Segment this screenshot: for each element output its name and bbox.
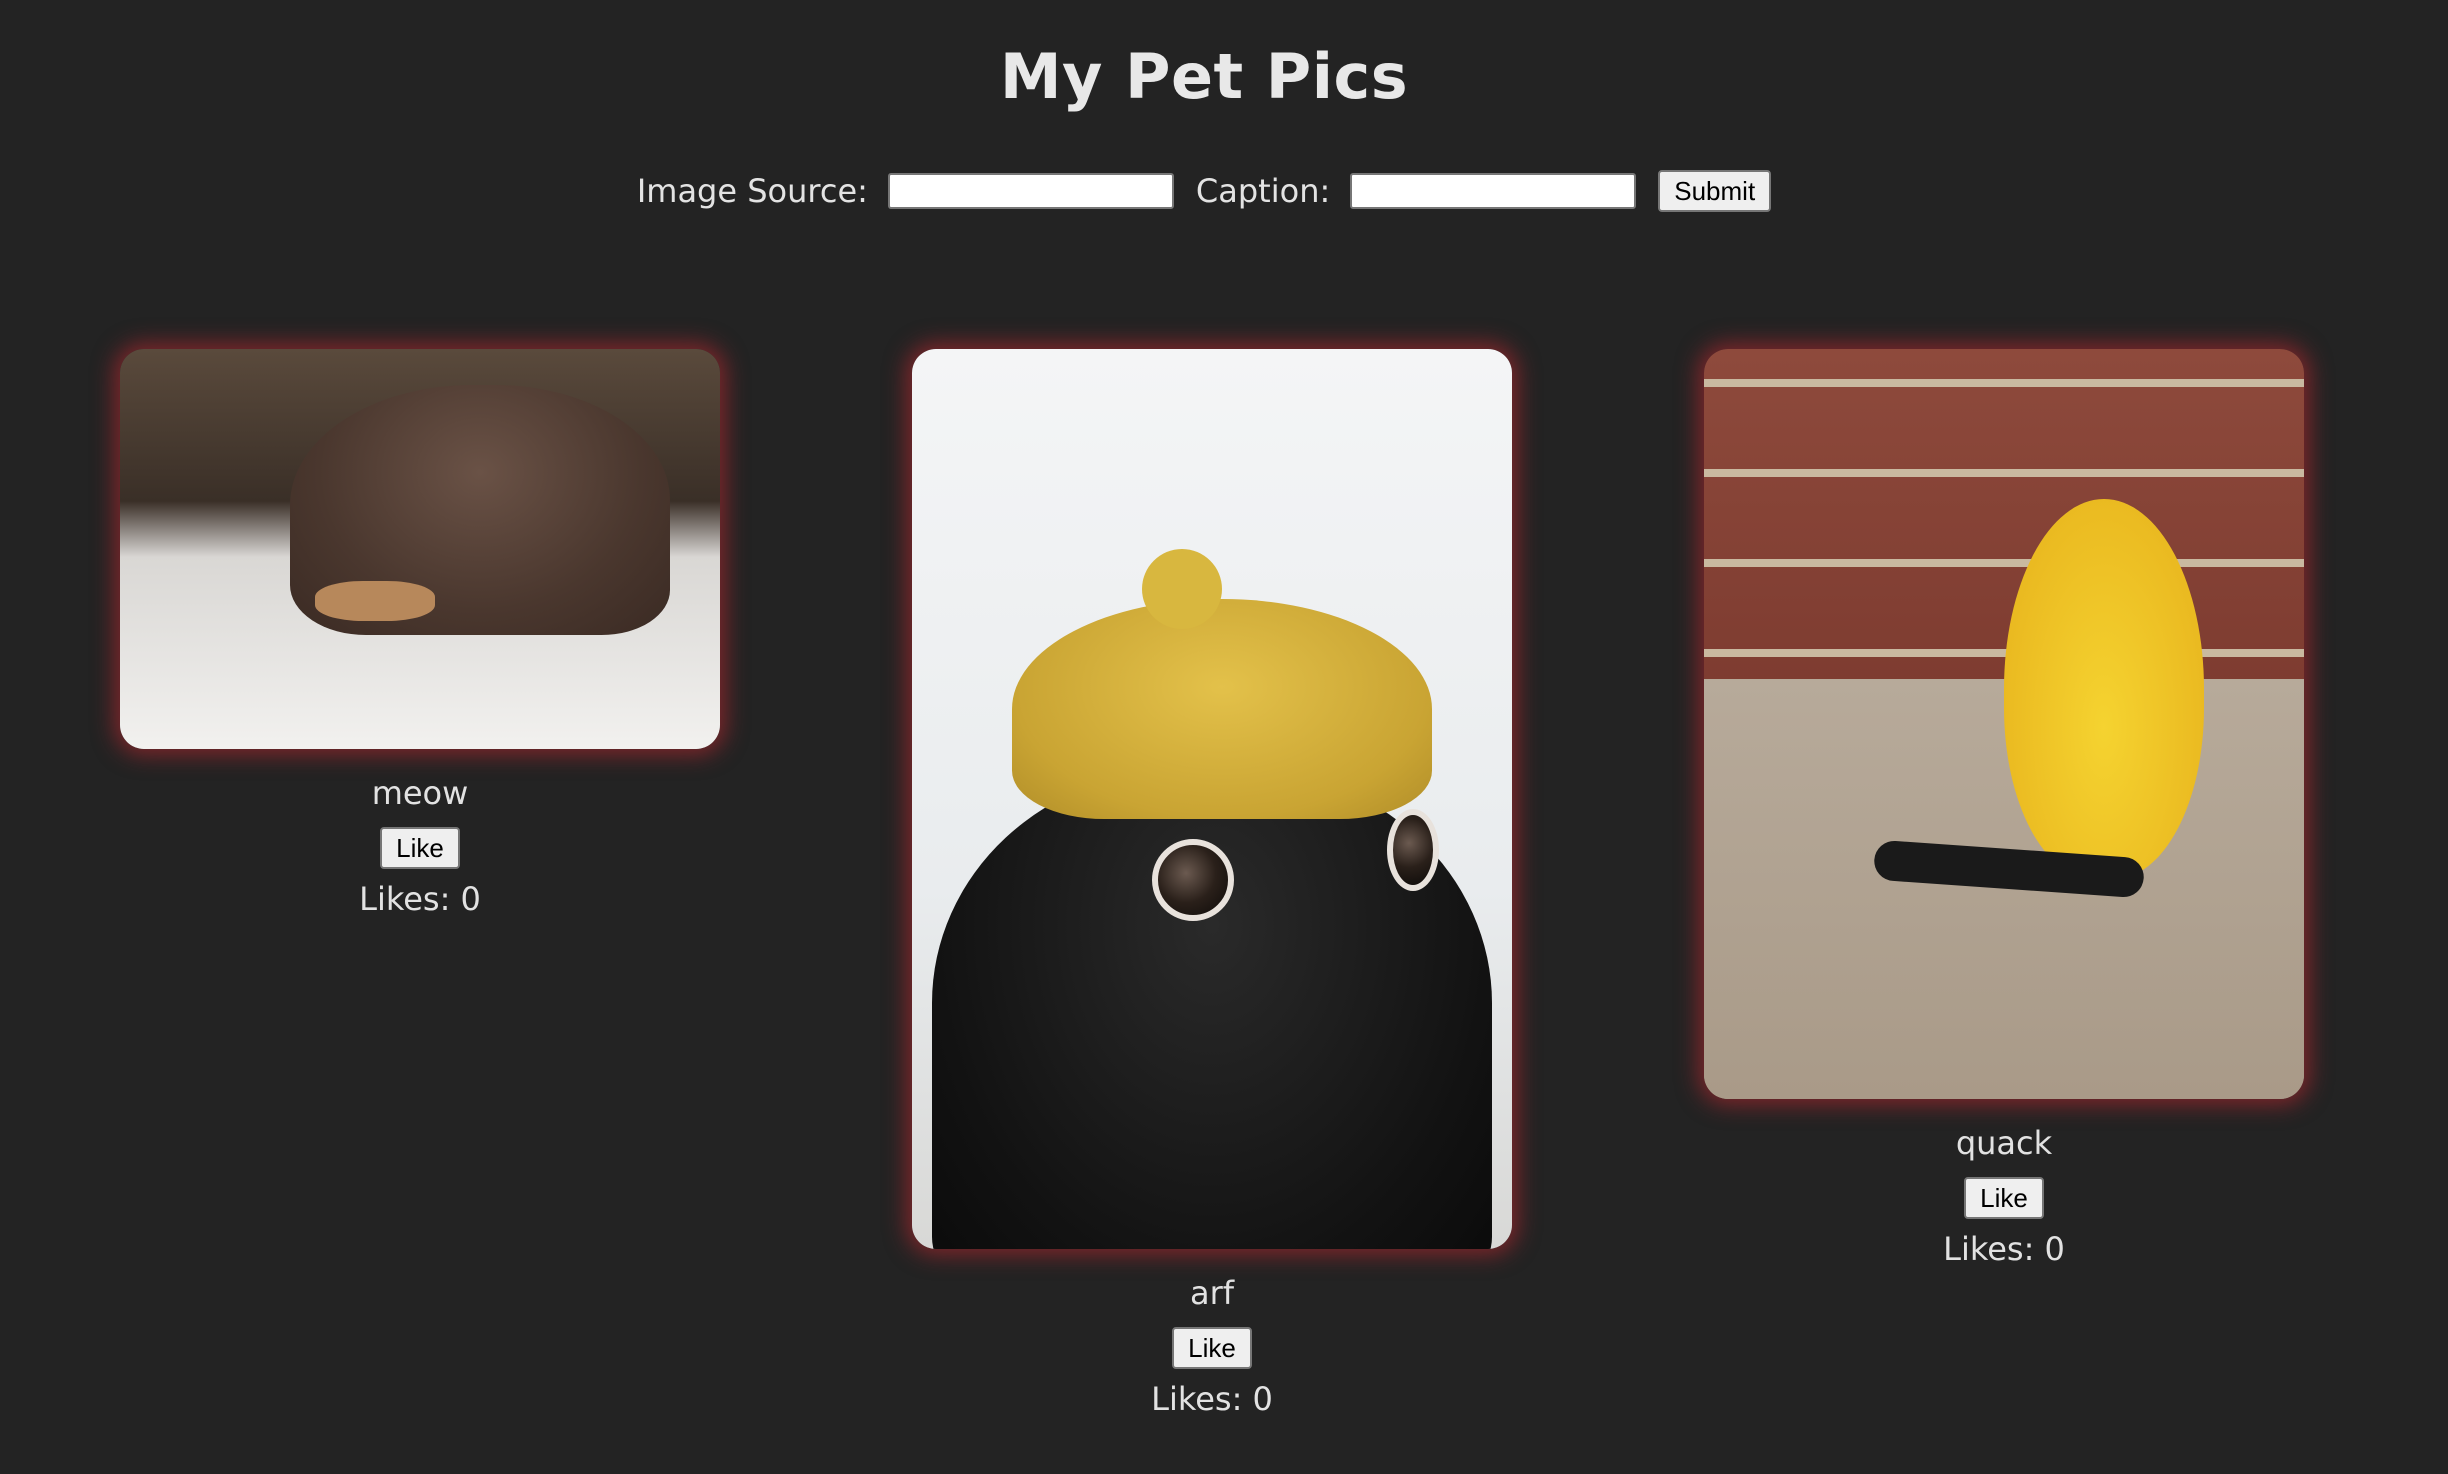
post-card: meow Like Likes: 0 [120, 349, 720, 919]
like-button[interactable]: Like [380, 827, 460, 869]
kitten-face-shape [315, 581, 435, 621]
likes-count: Likes: 0 [359, 880, 481, 918]
image-source-input[interactable] [887, 173, 1174, 209]
post-caption: quack [1955, 1124, 2053, 1162]
likes-count: Likes: 0 [1943, 1230, 2065, 1268]
beanie-pom-shape [1142, 549, 1222, 629]
beanie-shape [1012, 599, 1432, 819]
upload-form: Image Source: Caption: Submit [0, 170, 2408, 212]
pug-eye-shape [1152, 839, 1234, 921]
post-card: quack Like Likes: 0 [1704, 349, 2304, 1269]
pug-eye-shape [1387, 809, 1439, 891]
like-button[interactable]: Like [1172, 1327, 1252, 1369]
pavement-shape [1704, 679, 2304, 1099]
page-title: My Pet Pics [999, 40, 1409, 113]
like-button[interactable]: Like [1964, 1177, 2044, 1219]
post-caption: arf [1189, 1274, 1235, 1312]
post-card: arf Like Likes: 0 [912, 349, 1512, 1419]
caption-label: Caption: [1195, 172, 1331, 210]
dog-photo [912, 349, 1512, 1249]
cat-photo [120, 349, 720, 749]
caption-input[interactable] [1350, 173, 1637, 209]
image-source-label: Image Source: [636, 172, 868, 210]
page: My Pet Pics Image Source: Caption: Submi… [0, 0, 2448, 1474]
duck-photo [1704, 349, 2304, 1099]
likes-count: Likes: 0 [1151, 1380, 1273, 1418]
submit-button[interactable]: Submit [1658, 170, 1772, 212]
post-caption: meow [371, 774, 469, 812]
duckling-shape [2004, 499, 2204, 879]
